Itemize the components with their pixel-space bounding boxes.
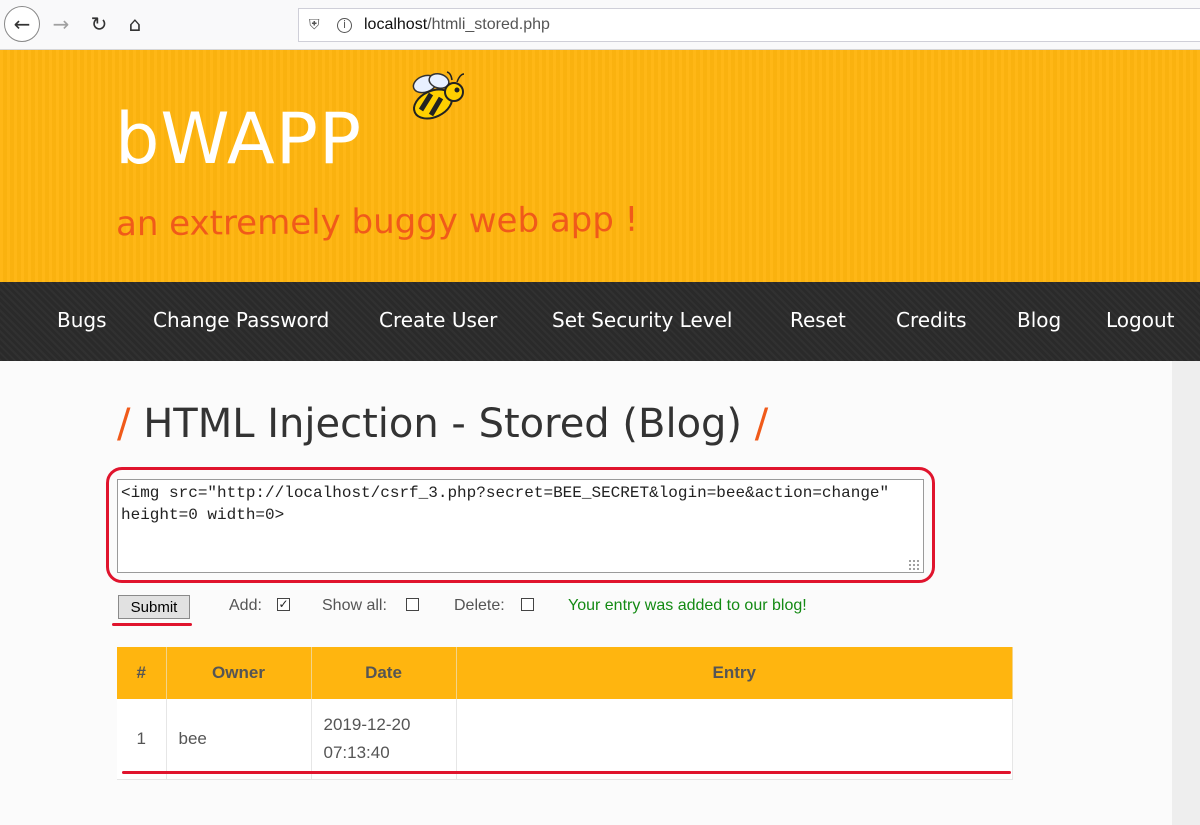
menu-item-logout[interactable]: Logout xyxy=(1106,308,1174,332)
menu-item-credits[interactable]: Credits xyxy=(896,308,967,332)
main-content: / HTML Injection - Stored (Blog) / Submi… xyxy=(0,361,1172,825)
table-underline-annotation xyxy=(122,771,1011,774)
title-slash-left: / xyxy=(117,401,131,447)
site-header: bWAPP an extremely buggy web app ! xyxy=(0,50,1200,282)
table-header-row: # Owner Date Entry xyxy=(117,647,1013,699)
url-path: /htmli_stored.php xyxy=(427,16,550,33)
shield-icon[interactable]: ⛨ xyxy=(309,17,323,33)
menu-item-change-password[interactable]: Change Password xyxy=(153,308,329,332)
right-gutter xyxy=(1172,361,1200,825)
reload-icon[interactable]: ↻ xyxy=(82,7,116,41)
page-title: / HTML Injection - Stored (Blog) / xyxy=(117,401,768,447)
back-arrow-icon[interactable]: ← xyxy=(4,6,40,42)
row-time: 07:13:40 xyxy=(323,742,390,762)
row-date: 2019-12-20 xyxy=(323,714,411,734)
page-title-text: HTML Injection - Stored (Blog) xyxy=(143,401,743,447)
menu-item-create-user[interactable]: Create User xyxy=(379,308,497,332)
address-bar[interactable]: ⛨ i localhost/htmli_stored.php xyxy=(298,8,1200,42)
status-message: Your entry was added to our blog! xyxy=(568,597,807,614)
logo-title[interactable]: bWAPP xyxy=(115,98,362,180)
home-icon[interactable]: ⌂ xyxy=(118,7,152,41)
submit-underline-annotation xyxy=(112,623,192,626)
bee-icon xyxy=(412,71,465,120)
url-text[interactable]: localhost/htmli_stored.php xyxy=(364,16,550,34)
menu-item-reset[interactable]: Reset xyxy=(790,308,846,332)
row-number: 1 xyxy=(117,699,167,780)
resize-grip-icon[interactable] xyxy=(908,559,920,571)
col-header-entry: Entry xyxy=(456,647,1013,699)
add-label: Add: xyxy=(229,597,262,614)
browser-toolbar: ← → ↻ ⌂ ⛨ i localhost/htmli_stored.php xyxy=(0,0,1200,50)
info-icon[interactable]: i xyxy=(337,17,352,33)
blog-table: # Owner Date Entry 1 bee 2019-12-20 07:1… xyxy=(117,647,1013,780)
show-all-checkbox[interactable] xyxy=(406,598,419,611)
delete-label: Delete: xyxy=(454,597,505,614)
title-slash-right: / xyxy=(754,401,769,447)
tagline: an extremely buggy web app ! xyxy=(115,199,639,245)
col-header-owner: Owner xyxy=(166,647,312,699)
row-owner: bee xyxy=(166,699,312,780)
col-header-date: Date xyxy=(311,647,457,699)
entry-textarea[interactable] xyxy=(117,479,924,573)
menu-item-bugs[interactable]: Bugs xyxy=(57,308,107,332)
show-all-label: Show all: xyxy=(322,597,387,614)
col-header-number: # xyxy=(117,647,167,699)
url-host: localhost xyxy=(364,16,428,33)
menu-item-blog[interactable]: Blog xyxy=(1017,308,1061,332)
add-checkbox[interactable]: ✓ xyxy=(277,598,290,611)
menu-item-set-security-level[interactable]: Set Security Level xyxy=(552,308,732,332)
row-entry xyxy=(456,699,1013,780)
submit-button[interactable]: Submit xyxy=(118,595,190,619)
main-menu: Bugs Change Password Create User Set Sec… xyxy=(0,282,1200,361)
row-date-cell: 2019-12-20 07:13:40 xyxy=(311,699,457,780)
forward-arrow-icon[interactable]: → xyxy=(44,7,78,41)
table-row: 1 bee 2019-12-20 07:13:40 xyxy=(117,699,1013,780)
delete-checkbox[interactable] xyxy=(521,598,534,611)
